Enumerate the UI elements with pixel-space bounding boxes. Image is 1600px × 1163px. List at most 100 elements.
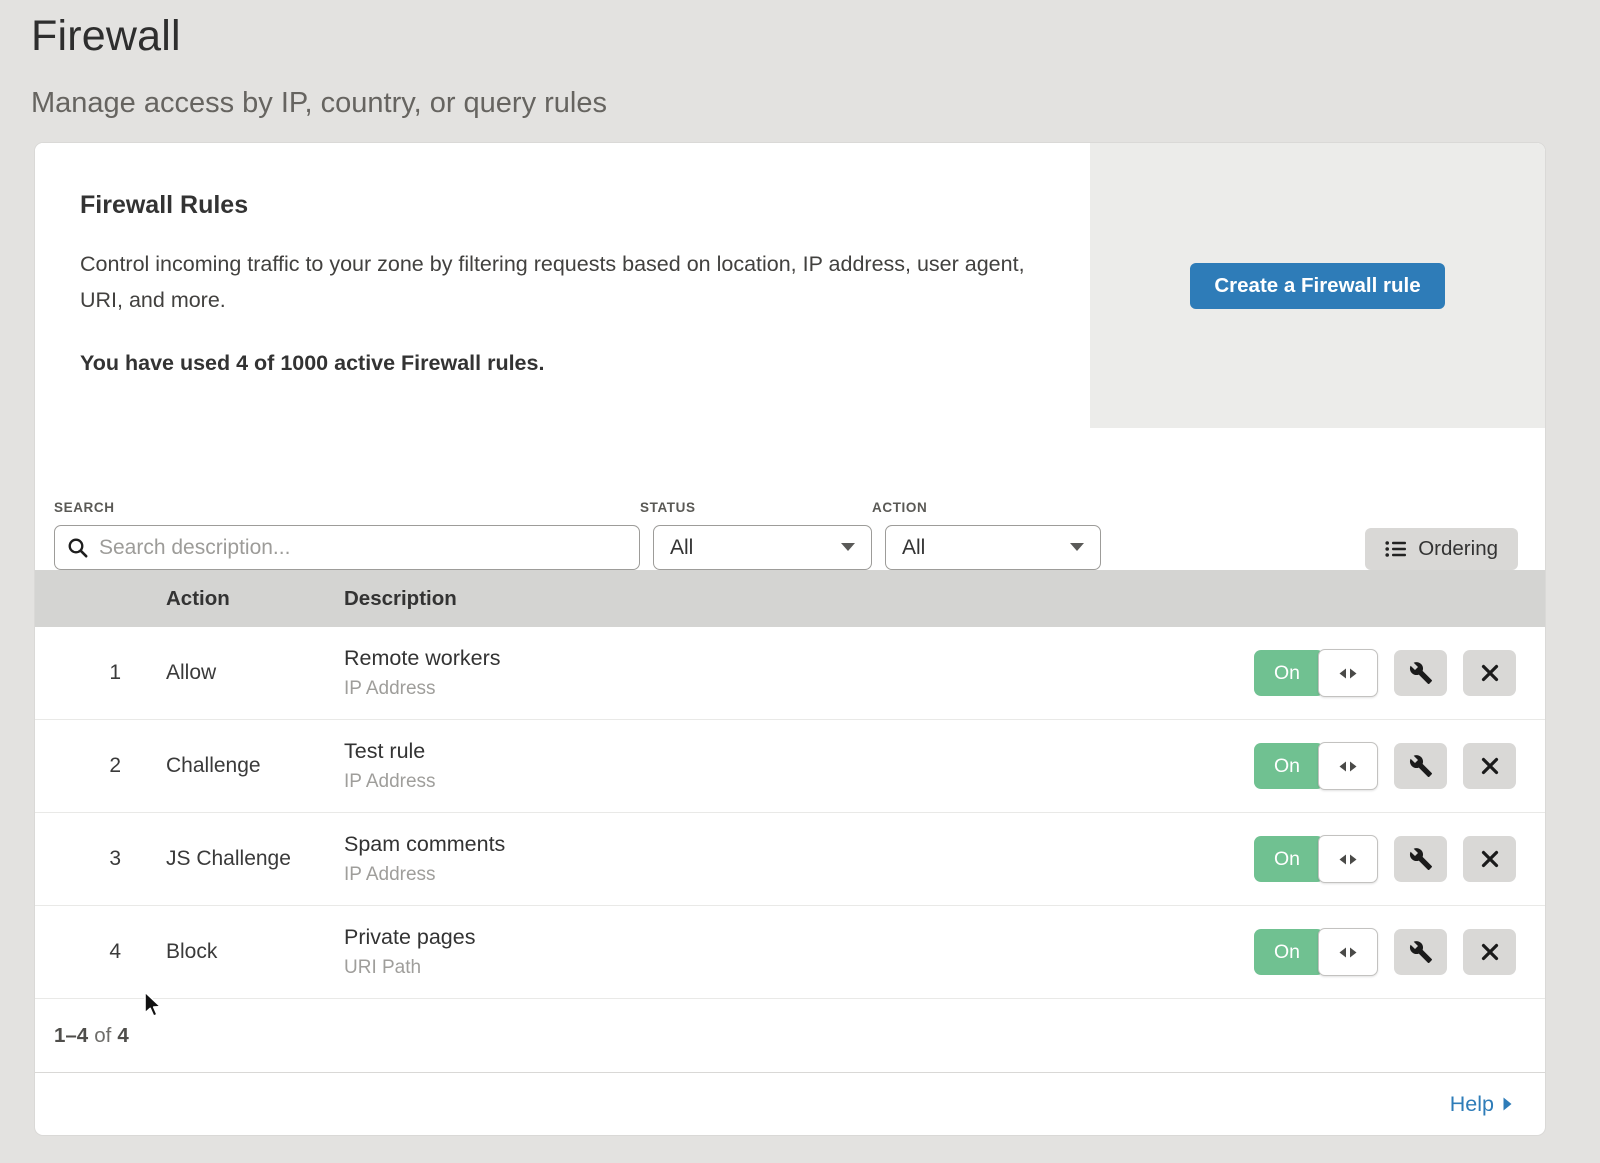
rule-controls: On bbox=[1254, 649, 1545, 697]
action-filter-group: ACTION All bbox=[872, 500, 1101, 570]
rule-description: Private pages bbox=[344, 925, 1254, 950]
rule-action: Challenge bbox=[166, 754, 344, 778]
action-select[interactable]: All bbox=[885, 525, 1101, 570]
rule-enabled-toggle[interactable]: On bbox=[1254, 835, 1378, 883]
pagination-range: 1–4 bbox=[54, 1024, 88, 1048]
help-link-label: Help bbox=[1450, 1092, 1494, 1117]
edit-rule-button[interactable] bbox=[1394, 743, 1447, 789]
status-label: STATUS bbox=[640, 500, 872, 515]
page-subtitle: Manage access by IP, country, or query r… bbox=[31, 87, 1600, 120]
list-ordering-icon bbox=[1385, 540, 1407, 558]
rule-field: URI Path bbox=[344, 957, 1254, 979]
rule-enabled-toggle[interactable]: On bbox=[1254, 742, 1378, 790]
toggle-on-label[interactable]: On bbox=[1254, 929, 1324, 975]
rule-priority: 2 bbox=[35, 754, 166, 778]
left-right-arrows-icon bbox=[1339, 761, 1357, 772]
rule-description-cell: Private pages URI Path bbox=[344, 925, 1254, 979]
toggle-knob[interactable] bbox=[1318, 928, 1378, 976]
rule-description: Remote workers bbox=[344, 646, 1254, 671]
rule-enabled-toggle[interactable]: On bbox=[1254, 928, 1378, 976]
delete-rule-button[interactable] bbox=[1463, 650, 1516, 696]
rule-priority: 3 bbox=[35, 847, 166, 871]
rule-description: Spam comments bbox=[344, 832, 1254, 857]
toggle-knob[interactable] bbox=[1318, 742, 1378, 790]
rule-field: IP Address bbox=[344, 678, 1254, 700]
toggle-knob[interactable] bbox=[1318, 649, 1378, 697]
table-row: 3 JS Challenge Spam comments IP Address … bbox=[35, 813, 1545, 906]
pagination-status: 1–4 of 4 bbox=[35, 999, 1545, 1072]
status-filter-group: STATUS All bbox=[640, 500, 872, 570]
table-header: Action Description bbox=[35, 570, 1545, 627]
wrench-icon bbox=[1409, 940, 1433, 964]
create-firewall-rule-button[interactable]: Create a Firewall rule bbox=[1190, 263, 1444, 309]
filters-bar: SEARCH STATUS All ACTION All bbox=[35, 428, 1545, 570]
page-header: Firewall Manage access by IP, country, o… bbox=[0, 0, 1600, 120]
rules-card-title: Firewall Rules bbox=[80, 191, 1050, 220]
table-row: 1 Allow Remote workers IP Address On bbox=[35, 627, 1545, 720]
delete-rule-button[interactable] bbox=[1463, 836, 1516, 882]
search-filter-group: SEARCH bbox=[54, 500, 640, 570]
rule-description: Test rule bbox=[344, 739, 1254, 764]
rules-usage-text: You have used 4 of 1000 active Firewall … bbox=[80, 351, 1050, 376]
arrow-right-icon bbox=[1503, 1097, 1512, 1111]
card-footer: Help bbox=[35, 1072, 1545, 1135]
chevron-down-icon bbox=[1070, 543, 1084, 552]
rule-controls: On bbox=[1254, 742, 1545, 790]
close-icon bbox=[1480, 849, 1500, 869]
wrench-icon bbox=[1409, 661, 1433, 685]
rule-description-cell: Spam comments IP Address bbox=[344, 832, 1254, 886]
description-column-header: Description bbox=[344, 587, 1545, 611]
edit-rule-button[interactable] bbox=[1394, 650, 1447, 696]
firewall-rules-card: Firewall Rules Control incoming traffic … bbox=[35, 143, 1545, 1135]
rules-description-block: Firewall Rules Control incoming traffic … bbox=[35, 143, 1090, 428]
wrench-icon bbox=[1409, 754, 1433, 778]
rule-action: Allow bbox=[166, 661, 344, 685]
rule-field: IP Address bbox=[344, 864, 1254, 886]
edit-rule-button[interactable] bbox=[1394, 836, 1447, 882]
toggle-knob[interactable] bbox=[1318, 835, 1378, 883]
left-right-arrows-icon bbox=[1339, 947, 1357, 958]
search-icon bbox=[67, 537, 89, 559]
rule-controls: On bbox=[1254, 928, 1545, 976]
ordering-button-label: Ordering bbox=[1418, 537, 1498, 561]
ordering-button[interactable]: Ordering bbox=[1365, 528, 1518, 570]
search-box[interactable] bbox=[54, 525, 640, 570]
toggle-on-label[interactable]: On bbox=[1254, 836, 1324, 882]
rule-controls: On bbox=[1254, 835, 1545, 883]
status-select[interactable]: All bbox=[653, 525, 872, 570]
close-icon bbox=[1480, 756, 1500, 776]
search-label: SEARCH bbox=[54, 500, 640, 515]
rule-description-cell: Test rule IP Address bbox=[344, 739, 1254, 793]
rule-action: JS Challenge bbox=[166, 847, 344, 871]
page-title: Firewall bbox=[31, 12, 1600, 61]
rules-card-description: Control incoming traffic to your zone by… bbox=[80, 246, 1030, 318]
close-icon bbox=[1480, 942, 1500, 962]
pagination-total: 4 bbox=[117, 1024, 128, 1048]
chevron-down-icon bbox=[841, 543, 855, 552]
help-link[interactable]: Help bbox=[1450, 1092, 1512, 1117]
left-right-arrows-icon bbox=[1339, 668, 1357, 679]
toggle-on-label[interactable]: On bbox=[1254, 650, 1324, 696]
rule-description-cell: Remote workers IP Address bbox=[344, 646, 1254, 700]
edit-rule-button[interactable] bbox=[1394, 929, 1447, 975]
rule-priority: 1 bbox=[35, 661, 166, 685]
left-right-arrows-icon bbox=[1339, 854, 1357, 865]
rule-action: Block bbox=[166, 940, 344, 964]
pagination-of: of bbox=[94, 1024, 111, 1048]
create-rule-panel: Create a Firewall rule bbox=[1090, 143, 1545, 428]
rule-priority: 4 bbox=[35, 940, 166, 964]
delete-rule-button[interactable] bbox=[1463, 743, 1516, 789]
status-selected-value: All bbox=[670, 536, 693, 560]
toggle-on-label[interactable]: On bbox=[1254, 743, 1324, 789]
delete-rule-button[interactable] bbox=[1463, 929, 1516, 975]
rules-summary-section: Firewall Rules Control incoming traffic … bbox=[35, 143, 1545, 428]
search-input[interactable] bbox=[99, 536, 627, 560]
action-label: ACTION bbox=[872, 500, 1101, 515]
table-row: 4 Block Private pages URI Path On bbox=[35, 906, 1545, 999]
rule-field: IP Address bbox=[344, 771, 1254, 793]
rule-enabled-toggle[interactable]: On bbox=[1254, 649, 1378, 697]
wrench-icon bbox=[1409, 847, 1433, 871]
table-row: 2 Challenge Test rule IP Address On bbox=[35, 720, 1545, 813]
close-icon bbox=[1480, 663, 1500, 683]
action-column-header: Action bbox=[166, 587, 344, 611]
